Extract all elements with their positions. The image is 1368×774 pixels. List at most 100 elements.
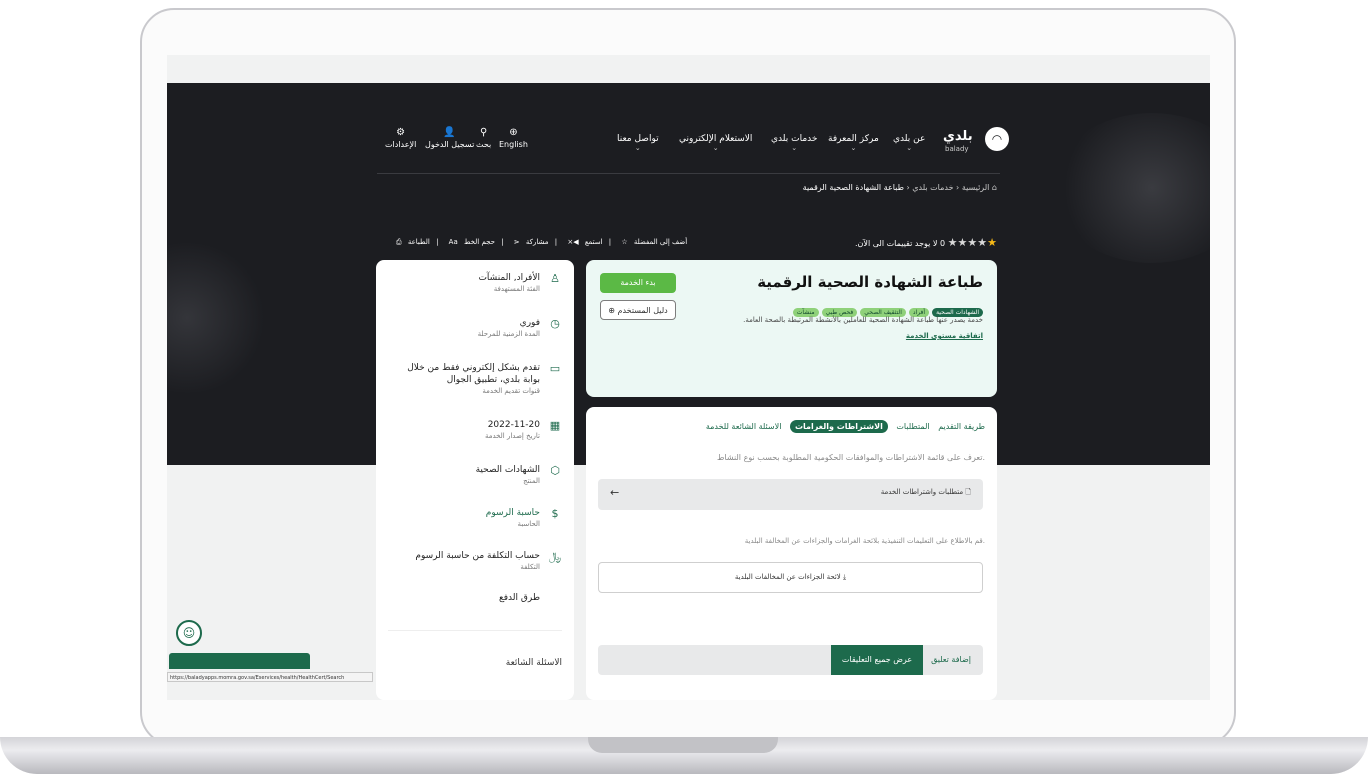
download-label: لائحة الجزاءات عن المخالفات البلدية [734, 573, 841, 581]
font-size-label: حجم الخط [463, 238, 495, 246]
info-subtitle: قنوات تقديم الخدمة [482, 387, 540, 395]
logo-text-en: balady [945, 145, 969, 153]
info-title: فوري [519, 318, 540, 328]
home-icon: ⌂ [989, 183, 997, 192]
calendar-icon: ▦ [549, 419, 561, 432]
fee-calculator[interactable]: $ حاسبة الرسوم الحاسبة [388, 507, 562, 530]
box-icon: ⬡ [550, 464, 560, 477]
service-description: خدمة يصدر عنها طباعة الشهادة الصحية للعا… [743, 316, 983, 324]
download-regulations-button[interactable]: ⤓ لائحة الجزاءات عن المخالفات البلدية [598, 562, 983, 593]
language-link[interactable]: ⊕ English [499, 127, 528, 149]
section-intro: تعرف على قائمة الاشتراطات والموافقات الح… [716, 453, 985, 462]
nav-label: مركز المعرفة [828, 134, 879, 144]
payment-methods[interactable]: طرق الدفع [388, 592, 562, 604]
rating-count: 0 [940, 239, 946, 248]
header-decoration-left [167, 243, 267, 393]
comments-bar: إضافة تعليق عرض جميع التعليقات [598, 645, 983, 675]
breadcrumb-home[interactable]: الرئيسية [962, 183, 990, 192]
share-icon: ⋖ [513, 238, 520, 246]
toolbar-divider: | [501, 238, 504, 246]
tab-how-to-apply[interactable]: طريقة التقديم [938, 422, 985, 431]
share-label: مشاركة [525, 238, 549, 246]
issue-date: ▦ 2022-11-20 تاريخ إصدار الخدمة [388, 419, 562, 442]
toolbar-divider: | [608, 238, 612, 246]
toolbar-divider: | [436, 238, 439, 246]
page-toolbar: أضف إلى المفضلة ☆ | استمع ◀× | مشاركة ⋖ … [388, 238, 687, 247]
service-info-card: ♙ الأفراد, المنشآت الفئة المستهدفة ◷ فور… [376, 260, 574, 700]
riyal-icon: ﷼ [548, 550, 562, 563]
product: ⬡ الشهادات الصحية المنتج [388, 464, 562, 487]
user-guide-button[interactable]: ⊕ دليل المستخدم [600, 300, 676, 320]
info-subtitle: تاريخ إصدار الخدمة [484, 432, 540, 440]
nav-contact[interactable]: تواصل معنا ⌄ [617, 134, 659, 152]
nav-label: تواصل معنا [617, 134, 659, 144]
search-icon: ⚲ [479, 127, 488, 138]
add-comment-tab[interactable]: إضافة تعليق [931, 655, 971, 664]
sla-link[interactable]: اتفاقية مستوى الخدمة [906, 332, 983, 340]
tab-conditions-fines[interactable]: الاشتراطات والغرامات [789, 420, 888, 433]
chevron-down-icon: ⌄ [850, 144, 857, 152]
toolbar-divider: | [554, 238, 558, 246]
rating-row: ★★★★★ 0 لا يوجد تقييمات الى الآن. [855, 236, 997, 249]
search-label: بحث [476, 140, 492, 149]
breadcrumb-separator: ‹ [953, 183, 960, 192]
tab-faq[interactable]: الاسئلة الشائعة للخدمة [706, 422, 782, 431]
requirements-accordion[interactable]: 🗋 متطلبات واشتراطات الخدمة ← [598, 479, 983, 510]
arrow-left-icon: ← [610, 486, 620, 499]
star-outline-icon: ☆ [621, 238, 628, 246]
chevron-down-icon: ⌄ [712, 144, 719, 152]
globe-icon: ⊕ [509, 127, 518, 138]
breadcrumb-services[interactable]: خدمات بلدي [912, 183, 953, 192]
listen-label: استمع [584, 238, 603, 246]
chevron-down-icon: ⌄ [634, 144, 641, 152]
document-icon: 🗋 [963, 488, 971, 496]
favorite-button[interactable]: أضف إلى المفضلة ☆ [617, 238, 687, 246]
login-label: تسجيل الدخول [425, 140, 475, 149]
nav-about[interactable]: عن بلدي ⌄ [893, 134, 925, 152]
nav-services[interactable]: خدمات بلدي ⌄ [771, 134, 817, 152]
nav-knowledge[interactable]: مركز المعرفة ⌄ [828, 134, 879, 152]
language-label: English [499, 140, 528, 149]
user-icon: ♙ [550, 272, 560, 285]
breadcrumb: ⌂ الرئيسية ‹ خدمات بلدي ‹ طباعة الشهادة … [803, 183, 997, 192]
star-icon[interactable]: ★★★★ [948, 236, 987, 249]
info-subtitle: الحاسبة [517, 520, 540, 528]
listen-button[interactable]: استمع ◀× [563, 238, 602, 246]
start-service-button[interactable]: بدء الخدمة [600, 273, 676, 293]
settings-label: الإعدادات [385, 140, 417, 149]
share-button[interactable]: مشاركة ⋖ [510, 238, 549, 246]
download-icon: ⤓ [840, 573, 847, 581]
sidebar-divider [388, 630, 562, 631]
start-label: بدء الخدمة [620, 278, 656, 287]
page-title: طباعة الشهادة الصحية الرقمية [757, 273, 983, 291]
login-link[interactable]: 👤 تسجيل الدخول [425, 127, 474, 149]
rating-text: لا يوجد تقييمات الى الآن. [855, 239, 938, 248]
tab-bar: طريقة التقديم المتطلبات الاشتراطات والغر… [700, 420, 985, 433]
cost: ﷼ حساب التكلفة من حاسبة الرسوم التكلفة [388, 550, 562, 573]
breadcrumb-current: طباعة الشهادة الصحية الرقمية [802, 183, 904, 192]
font-size-icon: Aa [448, 238, 458, 246]
payment-label: طرق الدفع [498, 593, 540, 603]
info-subtitle: التكلفة [520, 563, 540, 571]
logo-emblem-icon: ◠ [985, 127, 1009, 151]
service-details-card: طريقة التقديم المتطلبات الاشتراطات والغر… [586, 407, 997, 700]
status-bar-url: https://baladyapps.momra.gov.sa/Eservice… [167, 672, 373, 682]
print-button[interactable]: الطباعة ⎙ [392, 238, 430, 246]
font-size-button[interactable]: حجم الخط Aa [445, 238, 495, 246]
chatbot-icon[interactable]: ☺ [176, 620, 202, 646]
stage-duration: ◷ فوري المدة الزمنية للمرحلة [388, 317, 562, 340]
feedback-banner[interactable] [169, 653, 310, 669]
star-icon[interactable]: ★ [987, 236, 997, 249]
nav-label: عن بلدي [893, 134, 926, 144]
service-hero-card: طباعة الشهادة الصحية الرقمية الشهادات ال… [586, 260, 997, 397]
faq-link[interactable]: الاسئلة الشائعة [506, 658, 562, 668]
search-link[interactable]: ⚲ بحث [476, 127, 491, 149]
nav-inquiry[interactable]: الاستعلام الإلكتروني ⌄ [679, 134, 752, 152]
settings-link[interactable]: ⚙ الإعدادات [385, 127, 416, 149]
nav-label: خدمات بلدي [771, 134, 818, 144]
info-title[interactable]: حاسبة الرسوم [388, 507, 540, 519]
download-circle-icon: ⊕ [608, 306, 618, 315]
header-divider [377, 173, 1000, 174]
tab-requirements[interactable]: المتطلبات [896, 422, 929, 431]
show-comments-tab[interactable]: عرض جميع التعليقات [831, 645, 923, 675]
